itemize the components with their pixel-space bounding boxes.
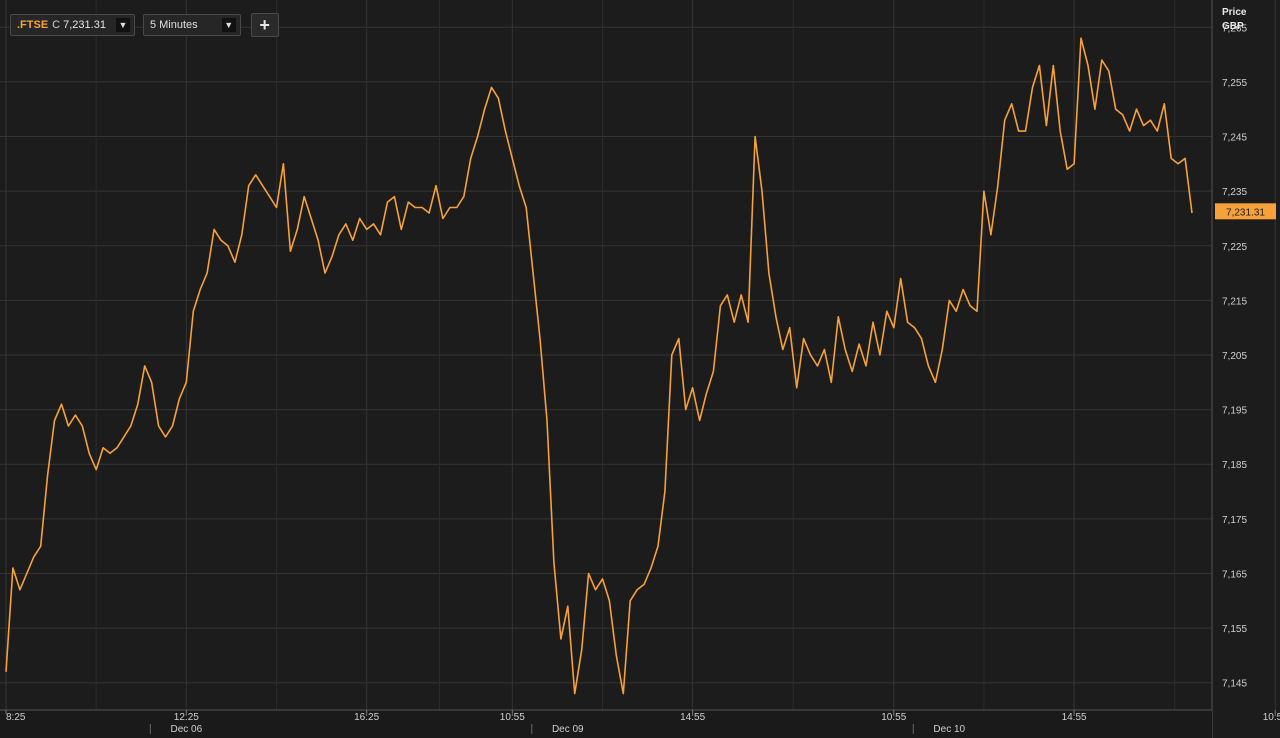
chart-svg: 7,145 7,155 7,165 7,175 7,185 7,195 7,205 7,215… <box>0 0 1280 738</box>
y-tick-label: 7,255 <box>1222 78 1247 89</box>
x-tick-label: 10:55 <box>1263 712 1280 723</box>
x-tick-label: 16:25 <box>354 712 379 723</box>
x-tick-label: 14:55 <box>1062 712 1087 723</box>
x-tick-label: 8:25 <box>6 712 26 723</box>
close-flag: C <box>52 19 61 31</box>
price-axis-currency: GBP <box>1222 21 1244 32</box>
add-series-button[interactable]: + <box>250 13 279 37</box>
x-tick-label: 14:55 <box>680 712 705 723</box>
x-date-label: Dec 09 <box>552 724 584 735</box>
last-price-readout: 7,231.31 <box>63 19 106 31</box>
y-tick-label: 7,185 <box>1222 460 1247 471</box>
x-date-label: Dec 10 <box>933 724 965 735</box>
y-tick-label: 7,145 <box>1222 679 1247 690</box>
y-tick-label: 7,235 <box>1222 187 1247 198</box>
price-axis-title: Price <box>1222 7 1247 18</box>
plus-icon: + <box>259 14 270 35</box>
time-axis: 8:2512:2516:2510:5514:5510:5514:5510:551… <box>0 709 1280 738</box>
interval-selector[interactable]: 5 Minutes ▼ <box>142 14 241 36</box>
y-tick-label: 7,245 <box>1222 133 1247 144</box>
y-tick-label: 7,225 <box>1222 242 1247 253</box>
price-chart[interactable]: 7,145 7,155 7,165 7,175 7,185 7,195 7,205 7,215… <box>0 0 1280 738</box>
instrument-symbol: .FTSE <box>17 19 49 31</box>
last-price-label: 7,231.31 <box>1226 207 1265 218</box>
chevron-down-icon[interactable]: ▼ <box>115 18 130 32</box>
x-tick-label: 10:55 <box>881 712 906 723</box>
y-tick-label: 7,155 <box>1222 624 1247 635</box>
interval-label: 5 Minutes <box>149 19 198 31</box>
x-tick-label: 10:55 <box>500 712 525 723</box>
x-date-label: Dec 06 <box>170 724 202 735</box>
y-tick-label: 7,215 <box>1222 296 1247 307</box>
instrument-selector[interactable]: .FTSE C 7,231.31 ▼ <box>10 14 135 36</box>
price-axis: 7,145 7,155 7,165 7,175 7,185 7,195 7,205 7,215… <box>1211 0 1276 738</box>
y-tick-label: 7,175 <box>1222 515 1247 526</box>
x-tick-label: 12:25 <box>174 712 199 723</box>
y-tick-label: 7,165 <box>1222 569 1247 580</box>
y-tick-label: 7,205 <box>1222 351 1247 362</box>
y-tick-label: 7,195 <box>1222 406 1247 417</box>
grid-lines <box>0 0 1276 710</box>
chart-toolbar: .FTSE C 7,231.31 ▼ 5 Minutes ▼ + <box>10 13 279 37</box>
chevron-down-icon[interactable]: ▼ <box>221 18 236 32</box>
